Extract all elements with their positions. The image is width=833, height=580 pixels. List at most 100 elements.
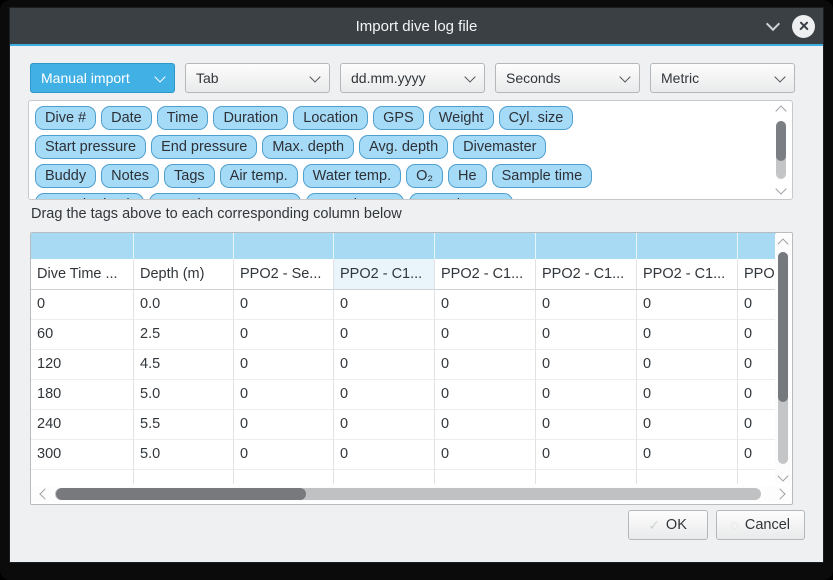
- units-dropdown[interactable]: Metric: [650, 63, 795, 93]
- tag-max-depth[interactable]: Max. depth: [262, 135, 354, 159]
- titlebar-accent-line: [10, 44, 823, 46]
- tag-divemaster[interactable]: Divemaster: [453, 135, 546, 159]
- table-cell: [738, 470, 776, 484]
- scroll-down-icon[interactable]: [777, 470, 788, 481]
- column-header-cell: Dive Time ...: [31, 259, 134, 290]
- table-cell: 0: [637, 290, 738, 320]
- tag-weight[interactable]: Weight: [429, 106, 494, 130]
- table-cell: 5.0: [134, 380, 234, 410]
- table-cell: 0: [536, 350, 637, 380]
- table-horizontal-scrollbar[interactable]: [31, 486, 792, 502]
- table-cell: 0: [234, 320, 334, 350]
- table-cell: 300: [31, 440, 134, 470]
- duration-format-dropdown[interactable]: Seconds: [495, 63, 640, 93]
- h-scroll-thumb[interactable]: [56, 488, 306, 500]
- v-scroll-thumb[interactable]: [778, 252, 788, 402]
- scroll-down-icon[interactable]: [775, 183, 786, 194]
- tag-cyl-size[interactable]: Cyl. size: [499, 106, 574, 130]
- drop-target-cell[interactable]: [134, 233, 234, 259]
- table-cell: 0: [536, 380, 637, 410]
- tag-he[interactable]: He: [448, 164, 487, 188]
- table-cell: 0: [334, 320, 435, 350]
- drop-target-cell[interactable]: [536, 233, 637, 259]
- scroll-up-icon[interactable]: [777, 238, 788, 249]
- scroll-right-icon[interactable]: [774, 488, 785, 499]
- import-dialog: Import dive log file Manual import Tab d…: [10, 8, 823, 562]
- tag-notes[interactable]: Notes: [101, 164, 159, 188]
- table-cell: 0: [435, 320, 536, 350]
- tag-row: Start pressureEnd pressureMax. depthAvg.…: [35, 135, 765, 159]
- cancel-button-label: Cancel: [745, 517, 790, 533]
- source-dropdown[interactable]: Manual import: [30, 63, 175, 93]
- tag-air-temp-[interactable]: Air temp.: [220, 164, 298, 188]
- ok-button[interactable]: ✓ OK: [628, 510, 708, 540]
- table-cell: 0.0: [134, 290, 234, 320]
- table-cell: 120: [31, 350, 134, 380]
- table-cell: [435, 470, 536, 484]
- csv-preview-table: Dive Time ...Depth (m)PPO2 - Se...PPO2 -…: [30, 232, 793, 505]
- tag-avg-depth[interactable]: Avg. depth: [359, 135, 448, 159]
- table-cell: 0: [637, 350, 738, 380]
- tag-date[interactable]: Date: [101, 106, 152, 130]
- duration-format-value: Seconds: [506, 70, 621, 86]
- column-header-row: Dive Time ...Depth (m)PPO2 - Se...PPO2 -…: [31, 259, 776, 290]
- tags-scroll-track[interactable]: [776, 121, 786, 179]
- tag-time[interactable]: Time: [157, 106, 209, 130]
- table-cell: 0: [234, 290, 334, 320]
- table-cell: 0: [334, 410, 435, 440]
- table-row: 1805.0000000: [31, 380, 776, 410]
- table-cell: 0: [334, 350, 435, 380]
- table-cell: 0: [738, 410, 776, 440]
- drop-target-cell[interactable]: [31, 233, 134, 259]
- field-separator-dropdown[interactable]: Tab: [185, 63, 330, 93]
- close-icon[interactable]: [792, 15, 815, 38]
- tag-water-temp-[interactable]: Water temp.: [303, 164, 401, 188]
- column-header-cell: Depth (m): [134, 259, 234, 290]
- table-cell: 0: [234, 440, 334, 470]
- column-header-cell: PPO2 - Se...: [234, 259, 334, 290]
- tag-start-pressure[interactable]: Start pressure: [35, 135, 146, 159]
- chevron-down-icon: [619, 71, 630, 82]
- table-cell: 0: [738, 380, 776, 410]
- tag-tags[interactable]: Tags: [164, 164, 215, 188]
- table-cell: 0: [435, 380, 536, 410]
- table-cell: 0: [435, 410, 536, 440]
- cancel-button[interactable]: ◌ Cancel: [716, 510, 805, 540]
- date-format-dropdown[interactable]: dd.mm.yyyy: [340, 63, 485, 93]
- v-scroll-track[interactable]: [778, 252, 788, 464]
- table-row: 3005.0000000: [31, 440, 776, 470]
- drop-target-cell[interactable]: [435, 233, 536, 259]
- tag-sample-temperature[interactable]: Sample temperature: [149, 193, 300, 200]
- table-cell: 0: [31, 290, 134, 320]
- tag-duration[interactable]: Duration: [213, 106, 288, 130]
- table-cell: 2.5: [134, 320, 234, 350]
- tag-o-[interactable]: O₂: [406, 164, 443, 188]
- table-cell: [536, 470, 637, 484]
- table-cell: 0: [738, 320, 776, 350]
- drop-target-cell[interactable]: [738, 233, 776, 259]
- drop-target-cell[interactable]: [334, 233, 435, 259]
- table-row: 2405.5000000: [31, 410, 776, 440]
- titlebar[interactable]: Import dive log file: [10, 8, 823, 44]
- h-scroll-track[interactable]: [55, 488, 761, 500]
- tag-gps[interactable]: GPS: [373, 106, 424, 130]
- drop-target-cell[interactable]: [234, 233, 334, 259]
- tag-sample-cns[interactable]: Sample CNS: [409, 193, 513, 200]
- table-row: 1204.5000000: [31, 350, 776, 380]
- scroll-up-icon[interactable]: [775, 105, 786, 116]
- tags-scrollbar[interactable]: [774, 105, 788, 195]
- tag-buddy[interactable]: Buddy: [35, 164, 96, 188]
- chevron-down-icon[interactable]: [766, 17, 780, 31]
- tag-location[interactable]: Location: [293, 106, 368, 130]
- drop-target-cell[interactable]: [637, 233, 738, 259]
- tag-sample-depth[interactable]: Sample depth: [35, 193, 144, 200]
- table-cell: 60: [31, 320, 134, 350]
- table-vertical-scrollbar[interactable]: [775, 234, 791, 484]
- scroll-left-icon[interactable]: [39, 488, 50, 499]
- tag-end-pressure[interactable]: End pressure: [151, 135, 257, 159]
- tag-dive-[interactable]: Dive #: [35, 106, 96, 130]
- table-cell: 0: [435, 440, 536, 470]
- tags-scroll-thumb[interactable]: [776, 121, 786, 161]
- tag-sample-po-[interactable]: Sample pO₂: [306, 193, 404, 200]
- tag-sample-time[interactable]: Sample time: [492, 164, 593, 188]
